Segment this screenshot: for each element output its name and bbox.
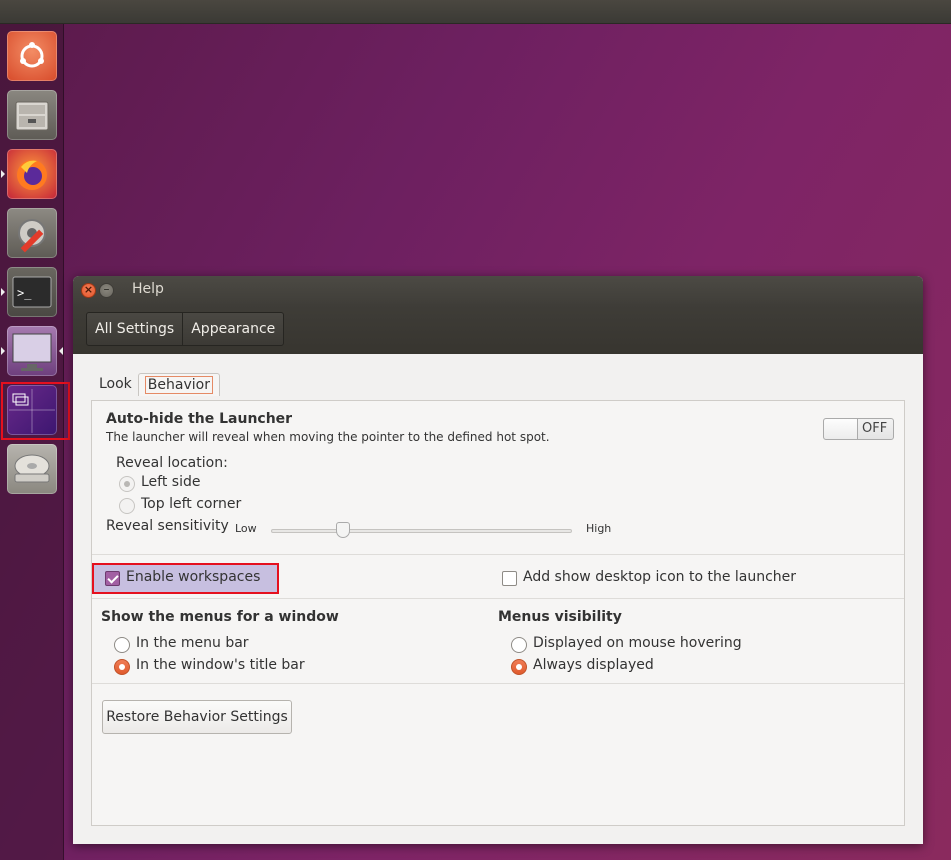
window-title: Help bbox=[132, 281, 164, 297]
radio-title-bar-label: In the window's title bar bbox=[136, 657, 305, 673]
switch-knob bbox=[824, 419, 858, 439]
radio-mouse-hovering[interactable] bbox=[511, 637, 527, 653]
radio-always-displayed-label: Always displayed bbox=[533, 657, 654, 673]
svg-text:>_: >_ bbox=[17, 286, 32, 300]
radio-mouse-hovering-label: Displayed on mouse hovering bbox=[533, 635, 742, 651]
breadcrumb: All Settings Appearance bbox=[86, 312, 285, 346]
reveal-location-label: Reveal location: bbox=[116, 455, 228, 471]
window-titlebar: × – Help bbox=[73, 276, 923, 304]
radio-menu-bar-label: In the menu bar bbox=[136, 635, 249, 651]
sensitivity-slider-handle[interactable] bbox=[336, 522, 351, 538]
autohide-description: The launcher will reveal when moving the… bbox=[106, 430, 550, 444]
desktop-icon-label: Add show desktop icon to the launcher bbox=[523, 569, 797, 585]
radio-left-side-label: Left side bbox=[141, 474, 201, 490]
behavior-panel: Auto-hide the Launcher The launcher will… bbox=[91, 400, 905, 826]
visibility-title: Menus visibility bbox=[498, 609, 622, 625]
minimize-icon[interactable]: – bbox=[99, 283, 114, 298]
tab-look[interactable]: Look bbox=[93, 373, 138, 396]
reveal-sensitivity-label: Reveal sensitivity bbox=[106, 518, 229, 534]
breadcrumb-appearance[interactable]: Appearance bbox=[182, 313, 283, 345]
display-settings-icon[interactable] bbox=[7, 326, 57, 376]
divider bbox=[92, 598, 904, 599]
autohide-title: Auto-hide the Launcher bbox=[106, 411, 293, 427]
radio-title-bar[interactable] bbox=[114, 659, 130, 675]
radio-left-side[interactable] bbox=[119, 476, 135, 492]
divider bbox=[92, 683, 904, 684]
close-icon[interactable]: × bbox=[81, 283, 96, 298]
sensitivity-low-label: Low bbox=[235, 522, 257, 535]
radio-top-left-corner-label: Top left corner bbox=[141, 496, 242, 512]
launcher-highlight bbox=[1, 382, 70, 440]
restore-behavior-button[interactable]: Restore Behavior Settings bbox=[102, 700, 292, 734]
radio-top-left-corner[interactable] bbox=[119, 498, 135, 514]
sensitivity-slider-track[interactable] bbox=[271, 529, 572, 533]
running-indicator bbox=[1, 288, 5, 296]
firefox-icon[interactable] bbox=[7, 149, 57, 199]
breadcrumb-all-settings[interactable]: All Settings bbox=[87, 313, 182, 345]
tab-bar: Look Behavior bbox=[93, 373, 220, 396]
top-panel bbox=[0, 0, 951, 24]
settings-window: × – Help All Settings Appearance Look Be… bbox=[73, 276, 923, 844]
menus-title: Show the menus for a window bbox=[101, 609, 339, 625]
launcher: >_ bbox=[0, 24, 64, 860]
content-area: Look Behavior Auto-hide the Launcher The… bbox=[73, 354, 923, 844]
radio-always-displayed[interactable] bbox=[511, 659, 527, 675]
tab-behavior-label: Behavior bbox=[144, 376, 213, 394]
enable-workspaces-label: Enable workspaces bbox=[126, 569, 261, 585]
enable-workspaces-checkbox[interactable] bbox=[105, 571, 120, 586]
sensitivity-high-label: High bbox=[586, 522, 612, 535]
focused-indicator bbox=[59, 347, 63, 355]
autohide-switch[interactable]: OFF bbox=[823, 418, 894, 440]
ubuntu-dash-icon[interactable] bbox=[7, 31, 57, 81]
radio-menu-bar[interactable] bbox=[114, 637, 130, 653]
divider bbox=[92, 554, 904, 555]
tab-behavior[interactable]: Behavior bbox=[137, 373, 220, 396]
switch-label: OFF bbox=[862, 421, 888, 436]
running-indicator bbox=[1, 170, 5, 178]
terminal-icon[interactable]: >_ bbox=[7, 267, 57, 317]
system-settings-icon[interactable] bbox=[7, 208, 57, 258]
toolbar: All Settings Appearance bbox=[73, 304, 923, 354]
running-indicator bbox=[1, 347, 5, 355]
desktop-icon-checkbox[interactable] bbox=[502, 571, 517, 586]
files-icon[interactable] bbox=[7, 90, 57, 140]
disk-drive-icon[interactable] bbox=[7, 444, 57, 494]
